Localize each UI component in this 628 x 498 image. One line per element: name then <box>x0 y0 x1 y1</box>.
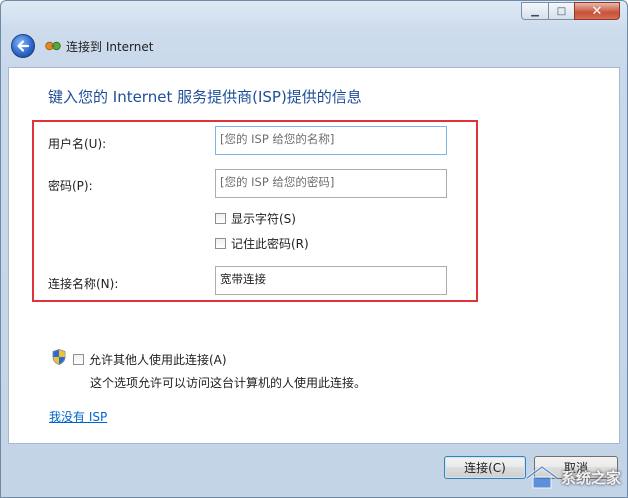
watermark: 系统之家 <box>525 465 621 489</box>
maximize-button[interactable]: □ <box>548 2 574 20</box>
window-title: 连接到 Internet <box>66 39 154 54</box>
back-arrow-icon <box>17 40 30 52</box>
uac-shield-icon <box>52 349 66 365</box>
minimize-button[interactable]: ▁ <box>521 2 548 20</box>
close-button[interactable]: ✕ <box>574 2 620 20</box>
nav-bar: 连接到 Internet <box>11 34 153 58</box>
remember-password-label: 记住此密码(R) <box>231 237 309 251</box>
dialog-window: ▁ □ ✕ 连接到 Internet 键入您的 Internet 服务提供商(I… <box>0 0 628 498</box>
allow-others-checkbox-row[interactable]: 允许其他人使用此连接(A) <box>73 351 227 368</box>
username-label: 用户名(U): <box>48 137 107 151</box>
username-input[interactable]: [您的 ISP 给您的名称] <box>215 126 447 155</box>
content-panel: 键入您的 Internet 服务提供商(ISP)提供的信息 用户名(U): [您… <box>8 67 620 444</box>
connect-button[interactable]: 连接(C) <box>444 456 526 479</box>
remember-password-checkbox[interactable] <box>215 238 226 249</box>
allow-others-label: 允许其他人使用此连接(A) <box>89 353 227 367</box>
show-chars-checkbox-row[interactable]: 显示字符(S) <box>215 210 296 227</box>
no-isp-link[interactable]: 我没有 ISP <box>49 408 107 425</box>
connection-name-input[interactable]: 宽带连接 <box>215 266 447 295</box>
password-label: 密码(P): <box>48 179 93 193</box>
caption-buttons: ▁ □ ✕ <box>521 2 620 20</box>
remember-password-checkbox-row[interactable]: 记住此密码(R) <box>215 235 309 252</box>
show-chars-checkbox[interactable] <box>215 213 226 224</box>
allow-others-description: 这个选项允许可以访问这台计算机的人使用此连接。 <box>90 376 367 390</box>
network-connection-icon <box>45 41 61 51</box>
watermark-text: 系统之家 <box>560 468 621 487</box>
show-chars-label: 显示字符(S) <box>231 212 296 226</box>
house-logo-icon <box>526 465 558 489</box>
allow-others-checkbox[interactable] <box>73 354 84 365</box>
password-input[interactable]: [您的 ISP 给您的密码] <box>215 169 447 198</box>
connection-name-label: 连接名称(N): <box>48 277 119 291</box>
page-heading: 键入您的 Internet 服务提供商(ISP)提供的信息 <box>48 88 362 106</box>
back-button[interactable] <box>11 34 35 58</box>
